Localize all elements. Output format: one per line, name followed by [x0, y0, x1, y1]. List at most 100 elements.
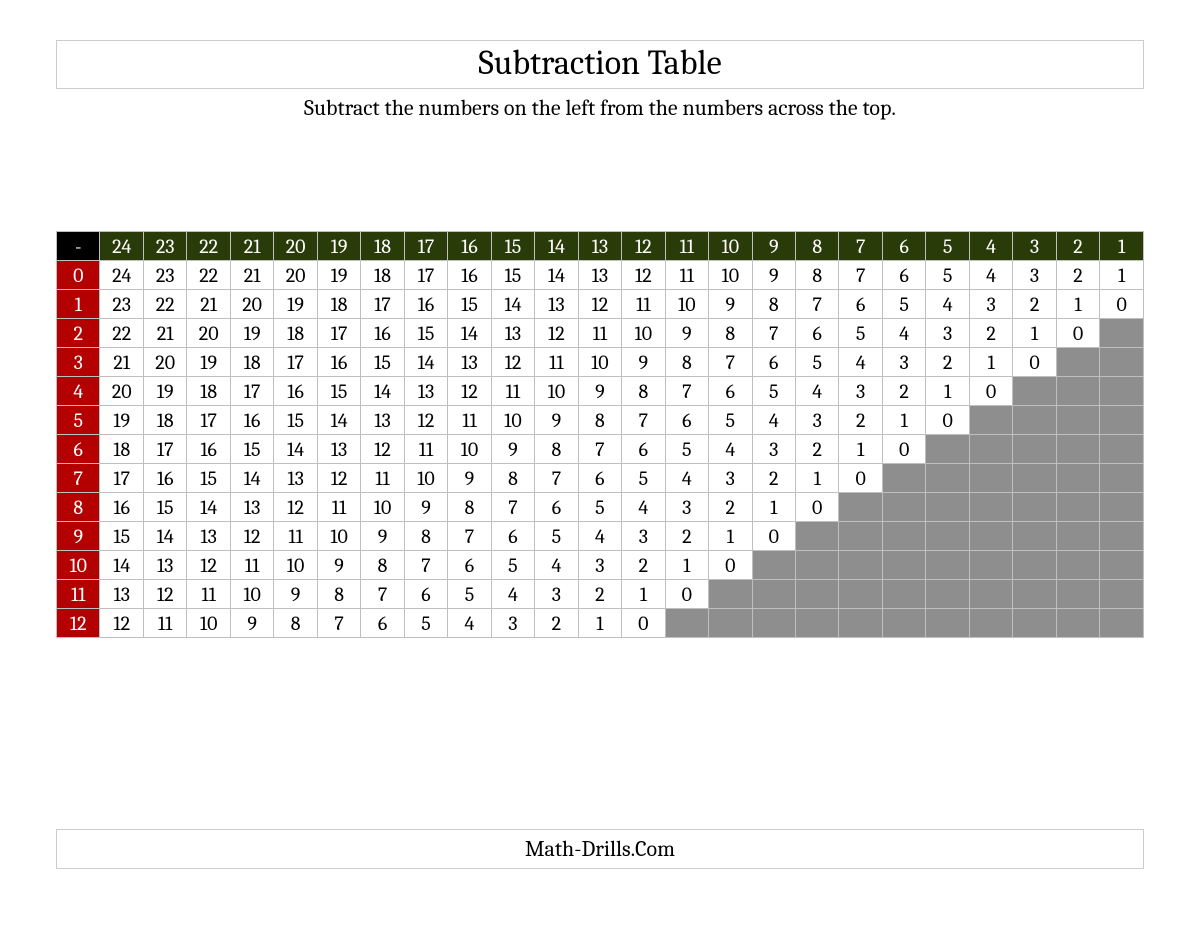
cell: 12 [317, 464, 360, 493]
cell [1100, 580, 1144, 609]
cell [1100, 493, 1144, 522]
cell: 14 [230, 464, 273, 493]
cell: 4 [926, 290, 969, 319]
cell [926, 551, 969, 580]
row-header: 11 [57, 580, 100, 609]
row-header: 6 [57, 435, 100, 464]
cell: 16 [187, 435, 230, 464]
cell: 1 [969, 348, 1012, 377]
cell: 4 [882, 319, 925, 348]
cell: 7 [491, 493, 534, 522]
page-title: Subtraction Table [56, 40, 1144, 89]
cell: 16 [404, 290, 447, 319]
cell [1013, 377, 1056, 406]
cell [839, 580, 882, 609]
col-header: 22 [187, 232, 230, 261]
cell: 20 [143, 348, 186, 377]
table-row: 11131211109876543210 [57, 580, 1144, 609]
cell [1100, 377, 1144, 406]
cell: 15 [317, 377, 360, 406]
cell: 6 [491, 522, 534, 551]
cell: 1 [795, 464, 838, 493]
row-header: 5 [57, 406, 100, 435]
cell: 4 [752, 406, 795, 435]
cell: 14 [361, 377, 404, 406]
cell [1056, 493, 1099, 522]
cell: 15 [361, 348, 404, 377]
cell [969, 580, 1012, 609]
cell: 2 [1056, 261, 1099, 290]
col-header: 2 [1056, 232, 1099, 261]
row-header: 0 [57, 261, 100, 290]
cell: 1 [622, 580, 665, 609]
cell: 10 [448, 435, 491, 464]
cell [839, 609, 882, 638]
table-row: 1014131211109876543210 [57, 551, 1144, 580]
cell: 6 [578, 464, 621, 493]
cell: 9 [752, 261, 795, 290]
row-header: 1 [57, 290, 100, 319]
cell: 1 [709, 522, 752, 551]
cell [926, 609, 969, 638]
cell: 9 [404, 493, 447, 522]
cell: 18 [317, 290, 360, 319]
cell: 1 [926, 377, 969, 406]
table-row: 420191817161514131211109876543210 [57, 377, 1144, 406]
col-header: 3 [1013, 232, 1056, 261]
cell: 13 [361, 406, 404, 435]
cell: 0 [882, 435, 925, 464]
col-header: 10 [709, 232, 752, 261]
row-header: 10 [57, 551, 100, 580]
cell: 13 [578, 261, 621, 290]
cell: 11 [535, 348, 578, 377]
cell [665, 609, 708, 638]
col-header: 8 [795, 232, 838, 261]
table-row: 2222120191817161514131211109876543210 [57, 319, 1144, 348]
cell: 0 [622, 609, 665, 638]
cell: 20 [230, 290, 273, 319]
cell: 6 [404, 580, 447, 609]
cell [1056, 377, 1099, 406]
cell [969, 522, 1012, 551]
cell [882, 522, 925, 551]
cell [1100, 319, 1144, 348]
cell: 11 [578, 319, 621, 348]
cell: 17 [143, 435, 186, 464]
cell: 5 [752, 377, 795, 406]
cell: 1 [839, 435, 882, 464]
cell: 18 [100, 435, 143, 464]
cell: 6 [709, 377, 752, 406]
cell [1056, 348, 1099, 377]
cell: 3 [1013, 261, 1056, 290]
cell: 4 [491, 580, 534, 609]
cell: 4 [622, 493, 665, 522]
cell: 7 [317, 609, 360, 638]
cell: 8 [665, 348, 708, 377]
cell [1056, 609, 1099, 638]
cell: 7 [795, 290, 838, 319]
cell: 10 [622, 319, 665, 348]
cell: 12 [622, 261, 665, 290]
row-header: 7 [57, 464, 100, 493]
cell: 0 [926, 406, 969, 435]
cell [1056, 580, 1099, 609]
cell: 8 [317, 580, 360, 609]
cell: 11 [665, 261, 708, 290]
cell: 24 [100, 261, 143, 290]
cell: 16 [230, 406, 273, 435]
cell: 11 [404, 435, 447, 464]
cell [926, 580, 969, 609]
cell: 1 [752, 493, 795, 522]
cell: 13 [143, 551, 186, 580]
cell: 16 [274, 377, 317, 406]
cell: 22 [100, 319, 143, 348]
cell: 19 [187, 348, 230, 377]
row-header: 12 [57, 609, 100, 638]
cell [1013, 609, 1056, 638]
cell: 21 [187, 290, 230, 319]
col-header: 15 [491, 232, 534, 261]
cell: 2 [578, 580, 621, 609]
cell: 7 [622, 406, 665, 435]
cell: 10 [578, 348, 621, 377]
cell: 15 [143, 493, 186, 522]
